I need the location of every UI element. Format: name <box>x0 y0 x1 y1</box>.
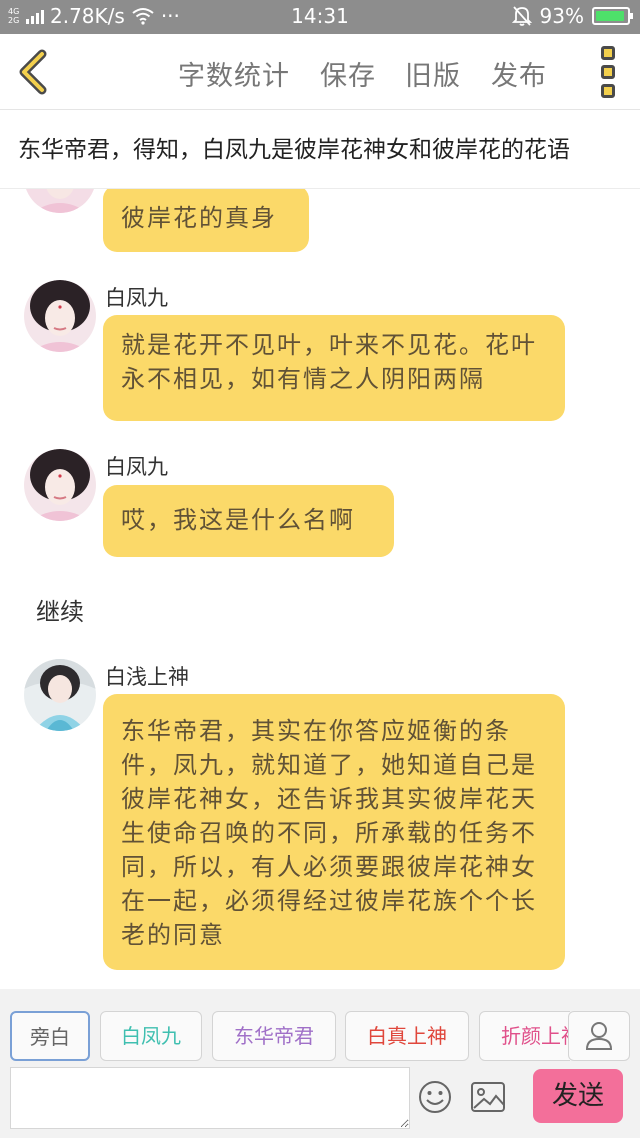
image-icon <box>471 1082 505 1112</box>
bell-mute-icon <box>511 6 532 26</box>
character-tab-bai-fengjiu[interactable]: 白凤九 <box>100 1011 202 1061</box>
avatar-bai-fengjiu[interactable] <box>24 280 96 352</box>
more-vertical-icon[interactable] <box>598 44 618 100</box>
avatar-bai-fengjiu[interactable] <box>24 449 96 521</box>
battery-fill <box>596 11 624 21</box>
character-tab-narrator[interactable]: 旁白 <box>10 1011 90 1061</box>
message-bubble[interactable]: 哎，我这是什么名啊 <box>103 485 394 557</box>
top-toolbar: 字数统计 保存 旧版 发布 <box>0 34 640 110</box>
status-right: 93% <box>511 4 633 28</box>
status-bar: 4G 2G 2.78K/s ··· 14:31 93% <box>0 0 640 34</box>
back-button[interactable] <box>14 48 54 96</box>
narration-text[interactable]: 继续 <box>36 592 84 627</box>
message-bubble[interactable]: 东华帝君，其实在你答应姬衡的条件，凤九，就知道了，她知道自己是彼岸花神女，还告诉… <box>103 694 565 970</box>
chevron-left-icon <box>19 49 47 95</box>
emoji-icon <box>419 1081 451 1113</box>
emoji-button[interactable] <box>417 1079 453 1119</box>
composer-panel: 旁白 白凤九 东华帝君 白真上神 折颜上神 发送 <box>0 989 640 1138</box>
speaker-name: 白凤九 <box>105 455 168 479</box>
avatar-bai-qian[interactable] <box>24 659 96 731</box>
message-bubble[interactable]: 彼岸花的真身 <box>103 189 309 252</box>
message-bubble[interactable]: 就是花开不见叶，叶来不见花。花叶永不相见，如有情之人阴阳两隔 <box>103 315 565 421</box>
speaker-name: 白浅上神 <box>105 665 189 689</box>
character-tab-zhe-yan[interactable]: 折颜上神 <box>479 1011 570 1061</box>
word-count-button[interactable]: 字数统计 <box>178 54 290 93</box>
character-tabs: 旁白 白凤九 东华帝君 白真上神 折颜上神 <box>0 1011 570 1063</box>
image-button[interactable] <box>470 1081 506 1117</box>
chat-list[interactable]: 彼岸花的真身 白凤九 就是花开不见叶，叶来不见花。花叶永不相见，如有情之人阴阳两… <box>0 189 640 989</box>
publish-button[interactable]: 发布 <box>491 54 547 93</box>
user-icon <box>585 1022 613 1050</box>
character-manage-button[interactable] <box>568 1011 630 1061</box>
old-version-button[interactable]: 旧版 <box>405 54 461 93</box>
save-button[interactable]: 保存 <box>320 54 376 93</box>
speaker-name: 白凤九 <box>105 286 168 310</box>
story-title: 东华帝君，得知，白凤九是彼岸花神女和彼岸花的花语 <box>0 111 640 189</box>
send-button[interactable]: 发送 <box>533 1069 623 1123</box>
battery-percent: 93% <box>539 4 584 28</box>
character-tab-donghua-dijun[interactable]: 东华帝君 <box>212 1011 336 1061</box>
avatar-bai-fengjiu[interactable] <box>24 189 96 213</box>
message-input[interactable] <box>10 1067 410 1129</box>
character-tab-bai-zhen[interactable]: 白真上神 <box>345 1011 469 1061</box>
battery-icon <box>592 7 633 25</box>
